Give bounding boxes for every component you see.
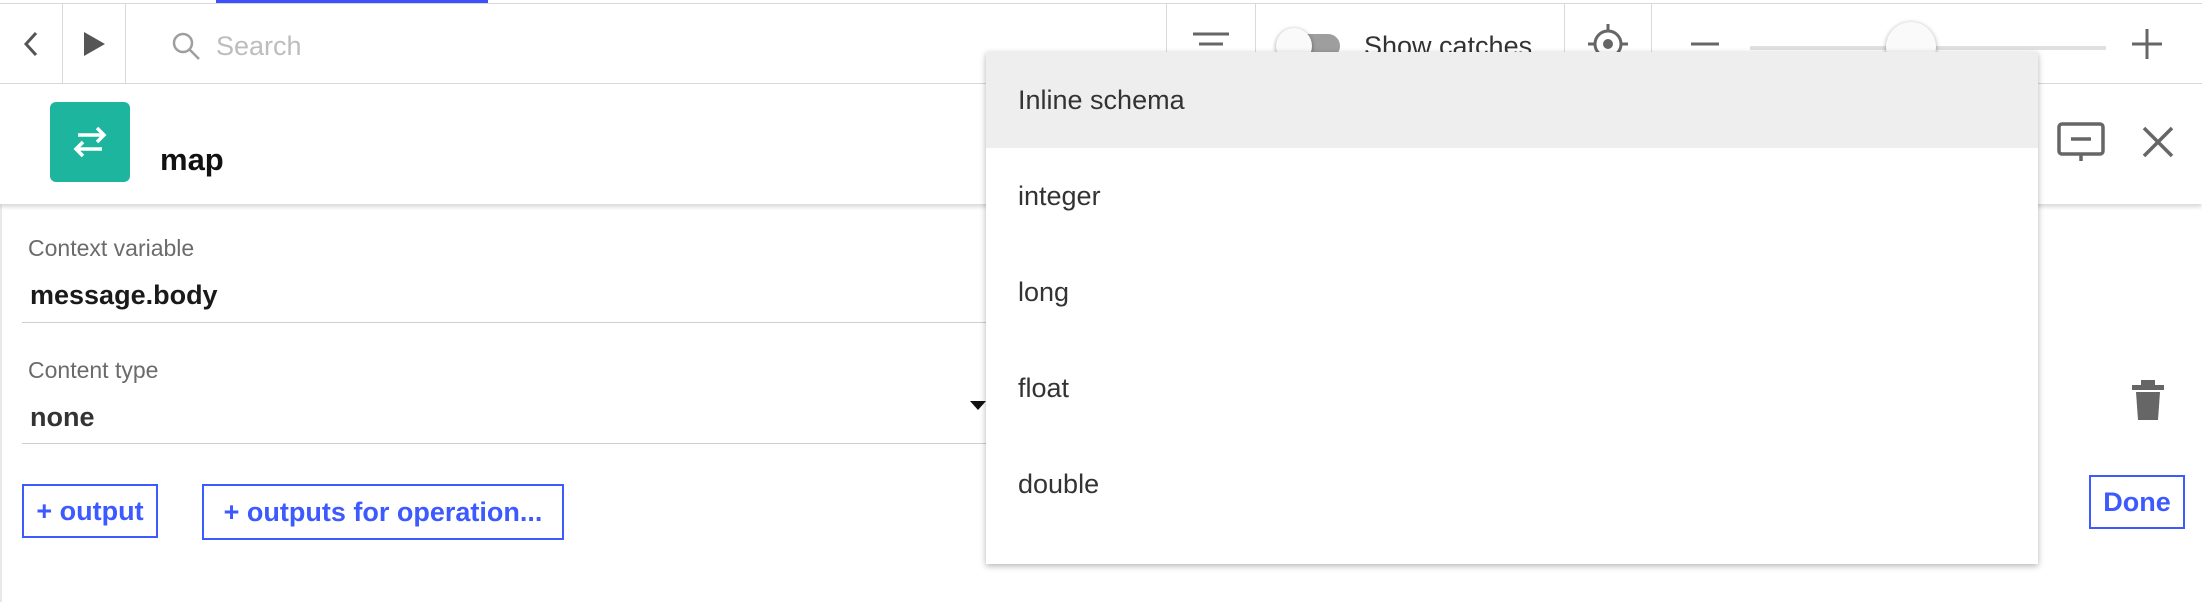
play-button[interactable] xyxy=(63,4,125,84)
trash-icon xyxy=(2132,380,2164,420)
type-dropdown-menu: Inline schema integer long float double xyxy=(986,52,2038,564)
dropdown-option-integer[interactable]: integer xyxy=(986,148,2038,244)
add-output-button[interactable]: + output xyxy=(22,484,158,538)
search-input[interactable] xyxy=(216,26,916,66)
monitor-icon xyxy=(2057,122,2105,161)
search-icon xyxy=(172,32,200,60)
dropdown-caret-icon[interactable] xyxy=(970,401,986,410)
play-icon xyxy=(84,32,105,56)
dropdown-option-long[interactable]: long xyxy=(986,244,2038,340)
dropdown-option-float[interactable]: float xyxy=(986,340,2038,436)
done-button[interactable]: Done xyxy=(2089,475,2185,529)
content-type-select[interactable]: none xyxy=(30,402,95,433)
plus-icon xyxy=(2132,29,2162,59)
content-type-label: Content type xyxy=(28,357,159,383)
node-icon-tile xyxy=(50,102,130,182)
context-variable-label: Context variable xyxy=(28,235,195,261)
dropdown-option-inline-schema[interactable]: Inline schema xyxy=(986,52,2038,148)
close-icon xyxy=(2142,126,2174,158)
content-type-underline xyxy=(22,443,988,444)
close-button[interactable] xyxy=(2138,122,2178,162)
zoom-in-button[interactable] xyxy=(2112,4,2182,84)
dropdown-option-double[interactable]: double xyxy=(986,436,2038,532)
context-variable-field[interactable]: message.body xyxy=(30,280,218,311)
chevron-left-icon xyxy=(23,31,38,57)
context-variable-underline xyxy=(22,322,988,323)
swap-arrows-icon xyxy=(73,126,107,158)
add-outputs-for-operation-button[interactable]: + outputs for operation... xyxy=(202,484,564,540)
delete-button[interactable] xyxy=(2128,378,2168,422)
back-button[interactable] xyxy=(0,4,62,84)
node-title: map xyxy=(160,142,224,177)
presentation-button[interactable] xyxy=(2056,120,2106,166)
